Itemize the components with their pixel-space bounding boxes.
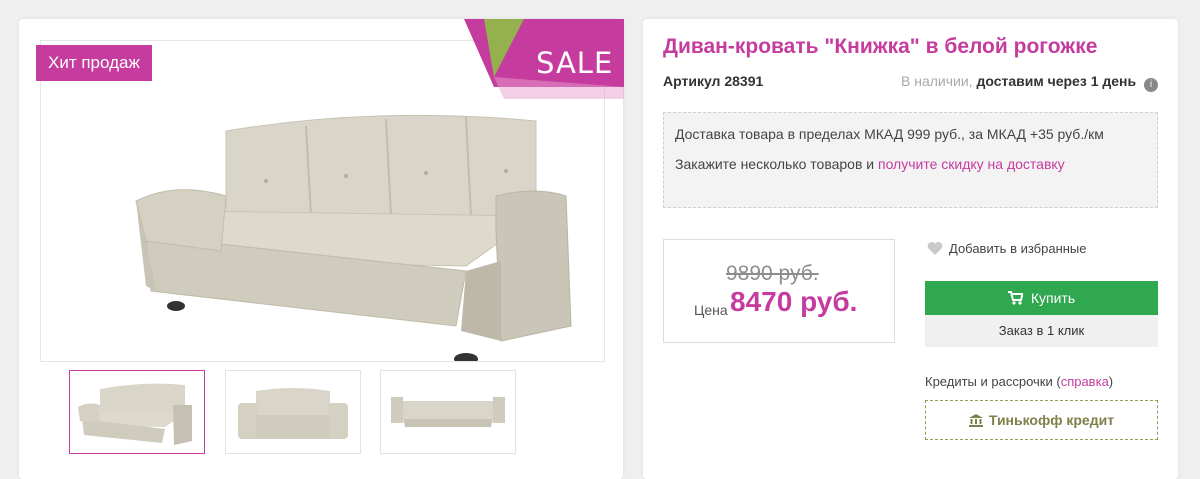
- product-sku: Артикул 28391: [663, 73, 764, 89]
- stock-row: В наличии, доставим через 1 день i: [901, 73, 1158, 92]
- thumbnail-1[interactable]: [69, 370, 205, 454]
- cart-icon: [1007, 291, 1023, 305]
- credit-suffix: ): [1108, 374, 1114, 389]
- main-image-sofa[interactable]: [116, 101, 586, 362]
- credit-info: Кредиты и рассрочки (справка): [925, 374, 1113, 389]
- delivery-discount-text: Закажите несколько товаров и получите ск…: [675, 153, 1146, 175]
- thumbnail-3[interactable]: [380, 370, 516, 454]
- add-to-favorites[interactable]: Добавить в избранные: [927, 241, 1087, 256]
- delivery-info-box: Доставка товара в пределах МКАД 999 руб.…: [663, 112, 1158, 208]
- one-click-order-button[interactable]: Заказ в 1 клик: [925, 315, 1158, 347]
- current-price: 8470 руб.: [730, 286, 858, 317]
- buy-label: Купить: [1030, 290, 1076, 306]
- info-icon[interactable]: i: [1144, 78, 1158, 92]
- credit-help-link[interactable]: справка: [1061, 374, 1109, 389]
- thumbnail-image-3: [391, 397, 505, 427]
- delivery-discount-prefix: Закажите несколько товаров и: [675, 156, 875, 172]
- stock-status: В наличии,: [901, 73, 973, 89]
- heart-icon: [927, 241, 943, 255]
- hit-badge: Хит продаж: [36, 45, 152, 81]
- old-price: 9890 руб.: [726, 262, 819, 285]
- delivery-discount-link[interactable]: получите скидку на доставку: [878, 156, 1065, 172]
- product-title: Диван-кровать "Книжка" в белой рогожке: [663, 35, 1098, 58]
- delivery-time: доставим через 1 день: [976, 73, 1137, 89]
- sale-label: SALE: [536, 46, 614, 80]
- product-info-card: Диван-кровать "Книжка" в белой рогожке А…: [643, 19, 1178, 479]
- price-label: Цена: [694, 302, 728, 318]
- product-gallery: Хит продаж SALE: [19, 19, 624, 479]
- favorites-label: Добавить в избранные: [949, 241, 1087, 256]
- tinkoff-label: Тинькофф кредит: [988, 412, 1115, 428]
- delivery-price-text: Доставка товара в пределах МКАД 999 руб.…: [675, 126, 1104, 142]
- tinkoff-credit-button[interactable]: Тинькофф кредит: [925, 400, 1158, 440]
- credit-prefix: Кредиты и рассрочки (: [925, 374, 1061, 389]
- price-box: 9890 руб. Цена 8470 руб.: [663, 239, 895, 343]
- thumbnail-2[interactable]: [225, 370, 361, 454]
- bank-icon: [968, 414, 983, 427]
- buy-button[interactable]: Купить: [925, 281, 1158, 315]
- thumbnail-image-1: [78, 383, 192, 445]
- thumbnail-image-2: [238, 388, 348, 439]
